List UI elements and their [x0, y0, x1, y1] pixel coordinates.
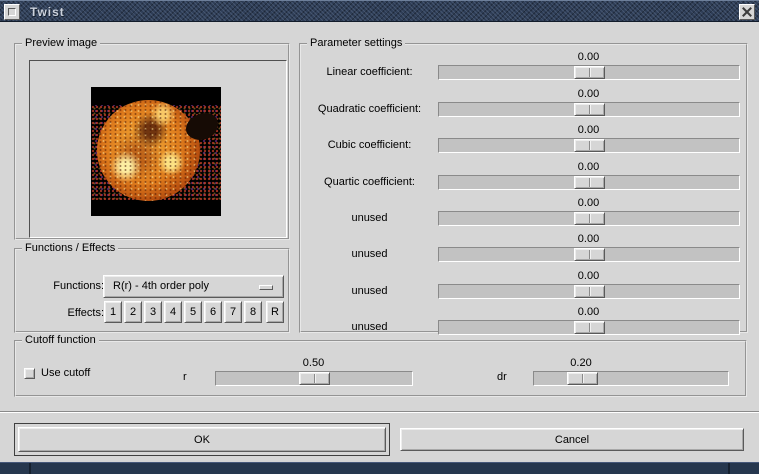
preview-frame: Preview image	[14, 37, 290, 240]
effect-button-2[interactable]: 2	[124, 301, 142, 323]
titlebar[interactable]: Twist	[0, 0, 759, 22]
slider-trough[interactable]	[438, 284, 740, 299]
param-label: unused	[351, 248, 388, 260]
slider-thumb[interactable]	[573, 103, 605, 116]
slider-trough[interactable]	[215, 371, 413, 386]
slider-trough[interactable]	[438, 211, 740, 226]
slider-value: 0.00	[577, 124, 600, 136]
param-label: unused	[351, 321, 388, 333]
slider-trough[interactable]	[438, 102, 740, 117]
slider-trough[interactable]	[438, 65, 740, 80]
preview-panel	[29, 60, 287, 238]
r-slider[interactable]: 0.50	[215, 357, 413, 386]
slider-thumb[interactable]	[573, 212, 605, 225]
functions-effects-frame: Functions / Effects Functions: R(r) - 4t…	[14, 242, 290, 333]
preview-frame-label: Preview image	[22, 37, 101, 49]
window-title: Twist	[30, 5, 65, 19]
slider-trough[interactable]	[438, 138, 740, 153]
slider-value: 0.00	[577, 233, 600, 245]
slider-trough[interactable]	[438, 247, 740, 262]
functions-effects-frame-label: Functions / Effects	[22, 242, 119, 254]
cutoff-function-frame: Cutoff function Use cutoff r 0.50 dr 0.2…	[14, 334, 747, 397]
resize-handle-divider	[728, 463, 730, 474]
window-bottom-frame[interactable]	[0, 462, 759, 474]
param-label: Cubic coefficient:	[327, 139, 412, 151]
ok-button[interactable]: OK	[18, 427, 386, 452]
functions-dropdown-value: R(r) - 4th order poly	[113, 280, 209, 292]
param-row-unused-1: unused 0.00	[303, 197, 740, 227]
effect-button-6[interactable]: 6	[204, 301, 222, 323]
use-cutoff-checkbox[interactable]	[24, 368, 35, 379]
ok-default-ring: OK	[14, 423, 390, 456]
param-row-cubic: Cubic coefficient: 0.00	[303, 124, 740, 154]
param-label: unused	[351, 285, 388, 297]
unused-slider-2[interactable]: 0.00	[438, 233, 740, 262]
unused-slider-4[interactable]: 0.00	[438, 306, 740, 335]
param-label: Quartic coefficient:	[324, 176, 415, 188]
param-row-unused-4: unused 0.00	[303, 306, 740, 336]
param-row-unused-3: unused 0.00	[303, 270, 740, 300]
param-row-unused-2: unused 0.00	[303, 233, 740, 263]
cubic-coefficient-slider[interactable]: 0.00	[438, 124, 740, 153]
effects-label: Effects:	[67, 307, 104, 319]
slider-value: 0.00	[577, 88, 600, 100]
param-label: unused	[351, 212, 388, 224]
effect-button-3[interactable]: 3	[144, 301, 162, 323]
dr-slider[interactable]: 0.20	[533, 357, 729, 386]
slider-thumb[interactable]	[573, 139, 605, 152]
use-cutoff-label[interactable]: Use cutoff	[41, 367, 90, 379]
cutoff-frame-label: Cutoff function	[22, 334, 99, 346]
slider-trough[interactable]	[533, 371, 729, 386]
functions-label: Functions:	[53, 280, 104, 292]
quadratic-coefficient-slider[interactable]: 0.00	[438, 88, 740, 117]
param-row-quartic: Quartic coefficient: 0.00	[303, 161, 740, 191]
sun-preview-image	[91, 87, 221, 216]
option-menu-indicator-icon	[259, 285, 273, 290]
dr-label: dr	[497, 371, 507, 383]
slider-value: 0.00	[577, 270, 600, 282]
param-label: Quadratic coefficient:	[317, 103, 422, 115]
param-row-quadratic: Quadratic coefficient: 0.00	[303, 88, 740, 118]
slider-value: 0.00	[577, 306, 600, 318]
sun-texture	[97, 100, 200, 201]
slider-thumb[interactable]	[298, 372, 330, 385]
twist-dialog-window: Twist Preview image Functions / Effects …	[0, 0, 759, 474]
slider-thumb[interactable]	[573, 66, 605, 79]
slider-value: 0.50	[302, 357, 325, 369]
action-area-separator	[0, 411, 759, 413]
effect-button-5[interactable]: 5	[184, 301, 202, 323]
parameter-settings-frame: Parameter settings Linear coefficient: 0…	[299, 37, 748, 336]
slider-value: 0.00	[577, 161, 600, 173]
linear-coefficient-slider[interactable]: 0.00	[438, 51, 740, 80]
slider-value: 0.00	[577, 51, 600, 63]
parameter-settings-frame-label: Parameter settings	[307, 37, 406, 49]
slider-thumb[interactable]	[573, 285, 605, 298]
window-menu-icon	[8, 8, 16, 16]
param-label: Linear coefficient:	[326, 66, 413, 78]
slider-thumb[interactable]	[573, 176, 605, 189]
resize-handle-divider	[29, 463, 31, 474]
slider-thumb[interactable]	[573, 321, 605, 334]
functions-dropdown[interactable]: R(r) - 4th order poly	[103, 275, 284, 298]
slider-thumb[interactable]	[573, 248, 605, 261]
unused-slider-1[interactable]: 0.00	[438, 197, 740, 226]
effect-button-4[interactable]: 4	[164, 301, 182, 323]
quartic-coefficient-slider[interactable]: 0.00	[438, 161, 740, 190]
window-menu-button[interactable]	[4, 4, 20, 20]
slider-value: 0.20	[570, 357, 592, 369]
effect-button-r[interactable]: R	[266, 301, 284, 323]
r-label: r	[183, 371, 187, 383]
slider-thumb[interactable]	[566, 372, 598, 385]
effect-button-7[interactable]: 7	[224, 301, 242, 323]
slider-value: 0.00	[577, 197, 600, 209]
slider-trough[interactable]	[438, 175, 740, 190]
slider-trough[interactable]	[438, 320, 740, 335]
close-button[interactable]	[739, 4, 755, 20]
cancel-button[interactable]: Cancel	[400, 428, 744, 451]
effect-button-8[interactable]: 8	[244, 301, 262, 323]
param-row-linear: Linear coefficient: 0.00	[303, 51, 740, 81]
effect-button-1[interactable]: 1	[104, 301, 122, 323]
unused-slider-3[interactable]: 0.00	[438, 270, 740, 299]
